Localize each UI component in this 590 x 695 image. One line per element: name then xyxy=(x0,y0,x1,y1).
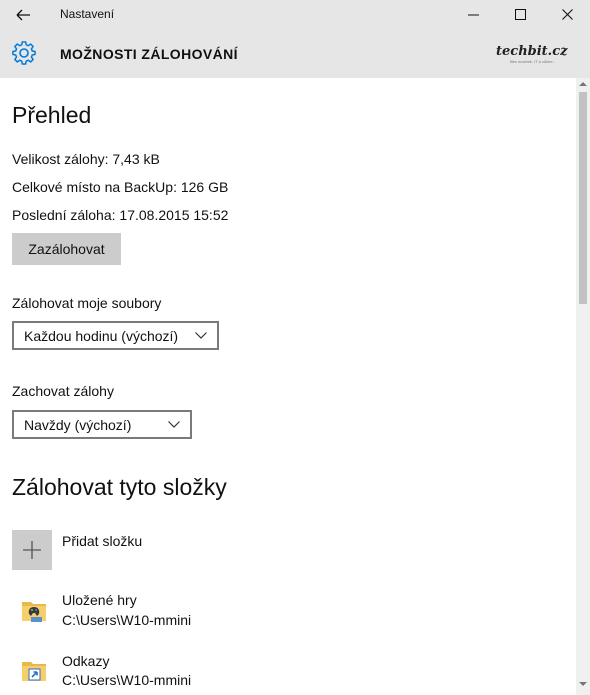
chevron-down-icon xyxy=(195,332,207,339)
links-folder-icon[interactable] xyxy=(20,656,48,684)
brand-tagline: Bez novinek, IT a vůbec... xyxy=(510,59,557,64)
folder-name[interactable]: Odkazy xyxy=(62,653,109,669)
scroll-up-icon[interactable] xyxy=(579,81,587,87)
backup-now-button[interactable]: Zazálohovat xyxy=(12,233,121,265)
backup-size: Velikost zálohy: 7,43 kB xyxy=(12,151,160,167)
maximize-button[interactable] xyxy=(498,0,544,30)
backup-frequency-dropdown[interactable]: Každou hodinu (výchozí) xyxy=(12,321,219,350)
folders-heading: Zálohovat tyto složky xyxy=(12,474,227,500)
close-button[interactable] xyxy=(545,0,590,30)
folder-path: C:\Users\W10-mmini xyxy=(62,612,192,628)
scroll-down-icon[interactable] xyxy=(579,681,587,687)
maximize-icon xyxy=(515,9,526,20)
title-bar: Nastavení xyxy=(0,0,590,30)
page-title: MOŽNOSTI ZÁLOHOVÁNÍ xyxy=(60,46,238,62)
keep-backups-dropdown[interactable]: Navždy (výchozí) xyxy=(12,410,192,439)
backup-frequency-value: Každou hodinu (výchozí) xyxy=(24,328,179,344)
scrollbar-thumb[interactable] xyxy=(579,92,587,304)
gear-icon xyxy=(12,41,36,65)
total-space: Celkové místo na BackUp: 126 GB xyxy=(12,179,229,195)
chevron-down-icon xyxy=(168,421,180,428)
minimize-icon xyxy=(468,14,479,16)
saved-games-folder-icon[interactable] xyxy=(20,596,48,624)
keep-backups-value: Navždy (výchozí) xyxy=(24,417,132,433)
close-icon xyxy=(562,9,573,20)
folder-path: C:\Users\W10-mmini xyxy=(62,672,192,688)
keep-backups-label: Zachovat zálohy xyxy=(12,383,114,399)
add-folder-label[interactable]: Přidat složku xyxy=(62,533,142,549)
minimize-button[interactable] xyxy=(451,0,497,30)
arrow-left-icon xyxy=(16,9,30,21)
backup-frequency-label: Zálohovat moje soubory xyxy=(12,295,162,311)
last-backup: Poslední záloha: 17.08.2015 15:52 xyxy=(12,207,229,223)
folder-name[interactable]: Uložené hry xyxy=(62,592,137,608)
plus-icon xyxy=(23,541,41,559)
overview-heading: Přehled xyxy=(12,102,92,128)
back-button[interactable] xyxy=(8,3,38,27)
settings-content: Přehled Velikost zálohy: 7,43 kB Celkové… xyxy=(0,78,576,695)
vertical-scrollbar[interactable] xyxy=(576,78,590,695)
brand-logo: techbit.cz xyxy=(496,44,568,59)
add-folder-button[interactable] xyxy=(12,530,52,570)
page-header: MOŽNOSTI ZÁLOHOVÁNÍ techbit.cz Bez novin… xyxy=(0,30,590,78)
app-title: Nastavení xyxy=(60,7,115,21)
